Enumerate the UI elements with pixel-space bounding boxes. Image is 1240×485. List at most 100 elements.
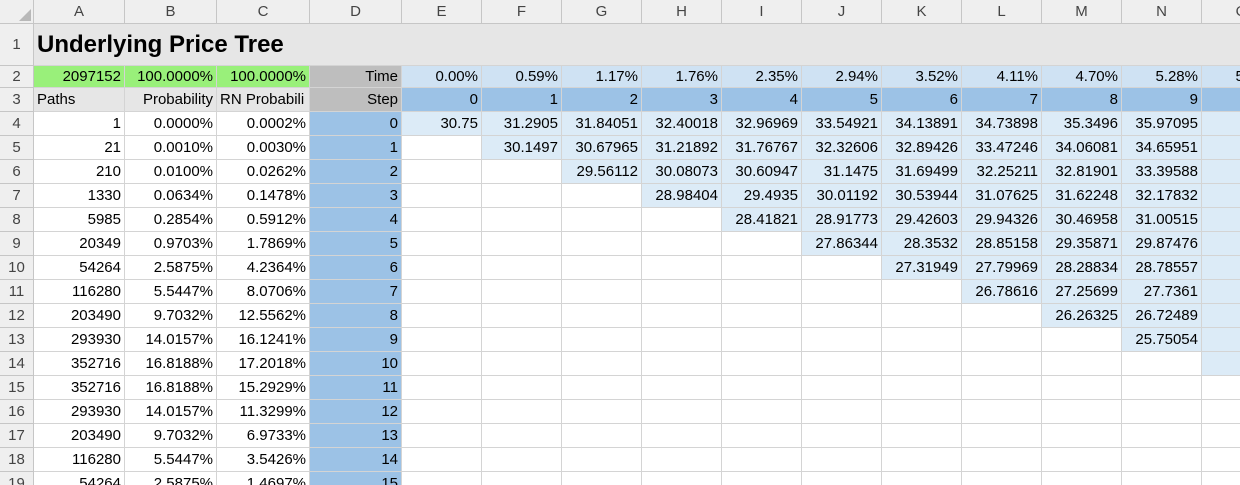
total-probability-cell[interactable]: 100.0000% (125, 66, 217, 88)
empty-cell[interactable] (402, 232, 482, 256)
tree-price-cell[interactable]: 33.47246 (962, 136, 1042, 160)
empty-cell[interactable] (802, 400, 882, 424)
rn-probability-cell[interactable]: 15.2929% (217, 376, 310, 400)
empty-cell[interactable] (802, 328, 882, 352)
step-header-cell[interactable]: 4 (722, 88, 802, 112)
column-header-c[interactable]: C (217, 0, 310, 24)
empty-cell[interactable] (642, 448, 722, 472)
empty-cell[interactable] (402, 136, 482, 160)
total-paths-cell[interactable]: 2097152 (34, 66, 125, 88)
row-header-8[interactable]: 8 (0, 208, 34, 232)
tree-price-cell[interactable]: 30.53944 (882, 184, 962, 208)
time-cell[interactable]: 2.94% (802, 66, 882, 88)
tree-price-cell[interactable]: 26.78616 (962, 280, 1042, 304)
row-header-11[interactable]: 11 (0, 280, 34, 304)
step-index-cell[interactable]: 14 (310, 448, 402, 472)
empty-cell[interactable] (402, 448, 482, 472)
step-header-cell[interactable]: 7 (962, 88, 1042, 112)
row-header-17[interactable]: 17 (0, 424, 34, 448)
probability-cell[interactable]: 14.0157% (125, 328, 217, 352)
tree-price-cell[interactable]: 32.17832 (1122, 184, 1202, 208)
step-index-cell[interactable]: 13 (310, 424, 402, 448)
probability-cell[interactable]: 0.0100% (125, 160, 217, 184)
step-index-cell[interactable]: 2 (310, 160, 402, 184)
step-index-cell[interactable]: 12 (310, 400, 402, 424)
tree-price-cell[interactable]: 25.2 (1202, 352, 1240, 376)
empty-cell[interactable] (562, 328, 642, 352)
empty-cell[interactable] (402, 208, 482, 232)
tree-price-cell[interactable]: 30.75 (402, 112, 482, 136)
empty-cell[interactable] (642, 472, 722, 485)
time-cell[interactable]: 4.70% (1042, 66, 1122, 88)
step-index-cell[interactable]: 0 (310, 112, 402, 136)
empty-cell[interactable] (882, 304, 962, 328)
empty-cell[interactable] (482, 472, 562, 485)
time-cell[interactable]: 2.35% (722, 66, 802, 88)
empty-cell[interactable] (562, 304, 642, 328)
step-header-cell[interactable]: 0 (402, 88, 482, 112)
empty-cell[interactable] (802, 352, 882, 376)
column-header-k[interactable]: K (882, 0, 962, 24)
empty-cell[interactable] (482, 448, 562, 472)
step-index-cell[interactable]: 6 (310, 256, 402, 280)
tree-price-cell[interactable]: 28.3532 (882, 232, 962, 256)
empty-cell[interactable] (562, 376, 642, 400)
tree-price-cell[interactable]: 34.73898 (962, 112, 1042, 136)
rn-probability-cell[interactable]: 16.1241% (217, 328, 310, 352)
empty-cell[interactable] (722, 328, 802, 352)
paths-cell[interactable]: 210 (34, 160, 125, 184)
empty-cell[interactable] (562, 448, 642, 472)
probability-cell[interactable]: 0.2854% (125, 208, 217, 232)
row-header-13[interactable]: 13 (0, 328, 34, 352)
tree-price-cell[interactable]: 27.31949 (882, 256, 962, 280)
tree-price-cell[interactable]: 31.21892 (642, 136, 722, 160)
empty-cell[interactable] (722, 280, 802, 304)
tree-price-cell[interactable]: 30.3 (1202, 232, 1240, 256)
column-header-g[interactable]: G (562, 0, 642, 24)
tree-price-cell[interactable]: 31.76767 (722, 136, 802, 160)
row-header-2[interactable]: 2 (0, 66, 34, 88)
row-header-18[interactable]: 18 (0, 448, 34, 472)
paths-header-cell[interactable]: Paths (34, 88, 125, 112)
rn-probability-cell[interactable]: 1.4697% (217, 472, 310, 485)
step-header-cell[interactable]: 9 (1122, 88, 1202, 112)
empty-cell[interactable] (962, 328, 1042, 352)
row-header-9[interactable]: 9 (0, 232, 34, 256)
step-index-cell[interactable]: 8 (310, 304, 402, 328)
empty-cell[interactable] (642, 352, 722, 376)
empty-cell[interactable] (562, 424, 642, 448)
empty-cell[interactable] (402, 472, 482, 485)
paths-cell[interactable]: 5985 (34, 208, 125, 232)
step-index-cell[interactable]: 4 (310, 208, 402, 232)
empty-cell[interactable] (1202, 472, 1240, 485)
tree-price-cell[interactable]: 27.1 (1202, 304, 1240, 328)
rn-probability-cell[interactable]: 0.5912% (217, 208, 310, 232)
step-header-cell[interactable]: 10 (1202, 88, 1240, 112)
empty-cell[interactable] (1042, 352, 1122, 376)
empty-cell[interactable] (402, 424, 482, 448)
empty-cell[interactable] (402, 280, 482, 304)
tree-price-cell[interactable]: 35.3496 (1042, 112, 1122, 136)
tree-price-cell[interactable]: 32.81901 (1042, 160, 1122, 184)
empty-cell[interactable] (1042, 424, 1122, 448)
empty-cell[interactable] (402, 376, 482, 400)
paths-cell[interactable]: 116280 (34, 280, 125, 304)
empty-cell[interactable] (1122, 472, 1202, 485)
tree-price-cell[interactable]: 26.2 (1202, 328, 1240, 352)
tree-price-cell[interactable]: 28.2 (1202, 280, 1240, 304)
probability-cell[interactable]: 0.0634% (125, 184, 217, 208)
rn-probability-cell[interactable]: 0.0030% (217, 136, 310, 160)
spreadsheet-grid[interactable]: ABCDEFGHIJKLMNO1234567891011121314151617… (0, 0, 1240, 485)
empty-cell[interactable] (642, 304, 722, 328)
time-cell[interactable]: 1.17% (562, 66, 642, 88)
empty-cell[interactable] (562, 280, 642, 304)
step-index-cell[interactable]: 1 (310, 136, 402, 160)
rn-probability-cell[interactable]: 17.2018% (217, 352, 310, 376)
tree-price-cell[interactable]: 31.69499 (882, 160, 962, 184)
paths-cell[interactable]: 1330 (34, 184, 125, 208)
empty-cell[interactable] (402, 256, 482, 280)
row-header-3[interactable]: 3 (0, 88, 34, 112)
column-header-a[interactable]: A (34, 0, 125, 24)
empty-cell[interactable] (1202, 400, 1240, 424)
tree-price-cell[interactable]: 32.25211 (962, 160, 1042, 184)
